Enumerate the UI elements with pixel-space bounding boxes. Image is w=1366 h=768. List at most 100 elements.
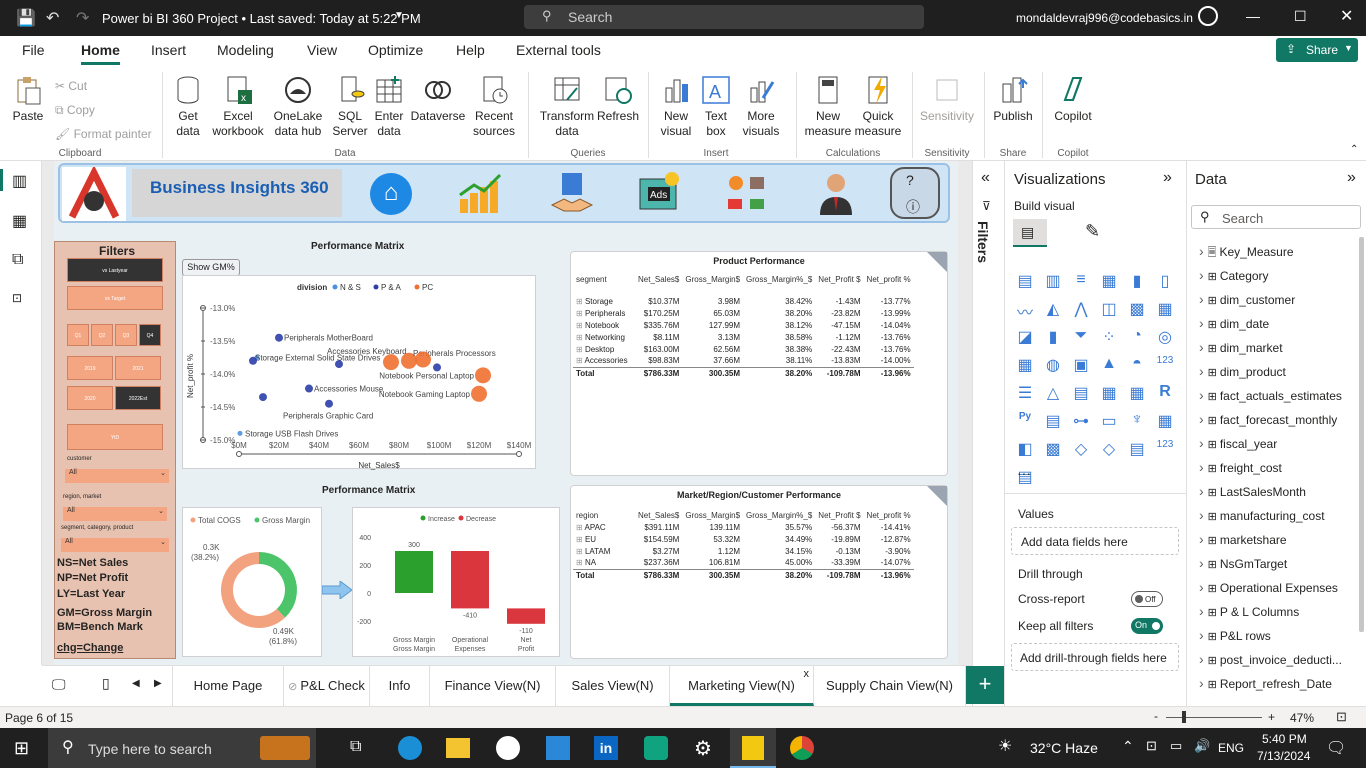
weather-text[interactable]: 32°C Haze xyxy=(1030,740,1098,756)
chatgpt-icon[interactable] xyxy=(644,736,668,760)
search-box[interactable]: ⚲ Search xyxy=(524,5,924,29)
column-header[interactable]: Net_profit % xyxy=(864,510,914,521)
tab-pl-check[interactable]: ⊘ P&L Check xyxy=(284,666,370,706)
transform-data-button[interactable]: Transform data xyxy=(538,74,596,139)
data-table-item[interactable]: › ⊞ NsGmTarget xyxy=(1199,551,1363,575)
visual-type-icon[interactable]: ▦ xyxy=(1099,383,1119,403)
expand-icon[interactable]: ⊞ xyxy=(576,309,585,318)
menu-home[interactable]: Home xyxy=(81,42,120,65)
close-icon[interactable]: ✕ xyxy=(1340,6,1353,26)
quick-measure-button[interactable]: Quick measure xyxy=(854,74,902,139)
vs-lastyear-button[interactable]: vs Lastyear xyxy=(67,258,163,282)
visual-type-icon[interactable]: ◓ xyxy=(1127,355,1147,375)
tab-marketing-view[interactable]: Marketing View(N) x xyxy=(670,666,814,706)
visual-type-icon[interactable]: ◫ xyxy=(1099,299,1119,319)
visual-type-icon[interactable]: △ xyxy=(1043,383,1063,403)
data-table-item[interactable]: › ⊞ dim_customer xyxy=(1199,287,1363,311)
segment-dropdown[interactable]: All ⌄ xyxy=(61,538,169,552)
visual-type-icon[interactable]: ▦ xyxy=(1155,411,1175,431)
share-button[interactable]: ⇪ Share ▼ xyxy=(1276,38,1358,62)
sensitivity-button[interactable]: Sensitivity xyxy=(918,74,976,124)
language-indicator[interactable]: ENG xyxy=(1218,741,1244,755)
publish-button[interactable]: Publish xyxy=(990,74,1036,124)
data-pane-scrollbar[interactable] xyxy=(1359,237,1364,632)
data-table-item[interactable]: › ⊞ marketshare xyxy=(1199,527,1363,551)
visual-type-icon[interactable]: ◇ xyxy=(1071,439,1091,459)
expand-icon[interactable]: ⊞ xyxy=(576,333,585,342)
data-table-item[interactable]: › ⊞ dim_market xyxy=(1199,335,1363,359)
quarter-q2[interactable]: Q2 xyxy=(91,324,113,346)
tab-home-page[interactable]: Home Page xyxy=(172,666,284,706)
settings-icon[interactable]: ⚙ xyxy=(694,736,712,761)
data-table-item[interactable]: › ⊞ post_invoice_deducti... xyxy=(1199,647,1363,671)
visual-type-icon[interactable]: 〰 xyxy=(1015,299,1035,322)
onelake-button[interactable]: OneLake data hub xyxy=(268,74,328,139)
visual-type-icon[interactable]: ▲ xyxy=(1099,355,1119,375)
network-icon[interactable]: ⊡ xyxy=(1146,738,1157,754)
file-explorer-icon[interactable] xyxy=(446,738,470,758)
menu-optimize[interactable]: Optimize xyxy=(368,42,423,58)
sql-server-button[interactable]: SQL Server xyxy=(330,74,370,139)
edge-icon[interactable] xyxy=(398,736,422,760)
data-table-item[interactable]: › ⊞ fiscal_year xyxy=(1199,431,1363,455)
visual-type-icon[interactable]: ▤ xyxy=(1071,383,1091,403)
format-painter-button[interactable]: 🖌 Format painter xyxy=(55,122,152,146)
visual-type-icon[interactable]: ♆ xyxy=(1127,411,1147,431)
avatar[interactable] xyxy=(1198,6,1218,26)
visual-type-icon[interactable]: ⏷ xyxy=(1071,327,1091,347)
quarter-q3[interactable]: Q3 xyxy=(115,324,137,346)
data-table-item[interactable]: › ⊞ Report_refresh_Date xyxy=(1199,671,1363,695)
data-table-item[interactable]: › ⊞ manufacturing_cost xyxy=(1199,503,1363,527)
chevron-up-icon[interactable]: ⌃ xyxy=(1122,738,1134,755)
data-table-item[interactable]: › ⊞ freight_cost xyxy=(1199,455,1363,479)
model-view-icon[interactable]: ⧉ xyxy=(12,251,23,269)
ads-icon[interactable]: Ads xyxy=(636,171,682,218)
taskbar-search[interactable]: ⚲ Type here to search xyxy=(48,728,316,768)
visual-type-icon[interactable]: ▩ xyxy=(1127,299,1147,319)
table-row[interactable]: ⊞ NA $237.36M 106.81M 45.00% -33.39M -14.07% xyxy=(573,557,914,569)
format-visual-icon[interactable]: ✎ xyxy=(1085,221,1100,242)
menu-modeling[interactable]: Modeling xyxy=(217,42,274,58)
cut-button[interactable]: ✂ Cut xyxy=(55,74,152,98)
table-view-icon[interactable]: ▦ xyxy=(12,211,27,231)
visual-type-icon[interactable]: ▩ xyxy=(1043,439,1063,459)
column-header[interactable]: Gross_Margin$ xyxy=(682,510,743,521)
visual-type-icon[interactable]: ▦ xyxy=(1099,271,1119,291)
year-2020[interactable]: 2020 xyxy=(67,386,113,410)
add-page-button[interactable]: + xyxy=(966,666,1004,704)
visual-type-icon[interactable]: ◧ xyxy=(1015,439,1035,459)
quarter-q4[interactable]: Q4 xyxy=(139,324,161,346)
menu-file[interactable]: File xyxy=(22,42,45,58)
enter-data-button[interactable]: Enter data xyxy=(370,74,408,139)
expand-icon[interactable]: ⊞ xyxy=(576,321,585,330)
help-icon[interactable]: ? xyxy=(906,172,914,188)
visual-type-icon[interactable]: ◎ xyxy=(1155,327,1175,347)
data-table-item[interactable]: › 🗏 Key_Measure xyxy=(1199,239,1363,263)
more-visuals-button[interactable]: More visuals xyxy=(736,74,786,139)
column-header[interactable]: Net_Profit $ xyxy=(815,510,863,521)
expand-icon[interactable]: ⊞ xyxy=(576,547,585,556)
chrome-icon[interactable] xyxy=(790,736,814,760)
report-view-icon[interactable]: ▥ xyxy=(12,171,27,191)
table-row[interactable]: ⊞ Storage $10.37M 3.98M 38.42% -1.43M -13.77% xyxy=(573,295,914,307)
menu-view[interactable]: View xyxy=(307,42,337,58)
redo-icon[interactable]: ↷ xyxy=(76,8,89,28)
dataverse-button[interactable]: Dataverse xyxy=(410,74,466,124)
year-2022est[interactable]: 2022Est xyxy=(115,386,161,410)
visual-type-icon[interactable]: ⋀ xyxy=(1071,299,1091,319)
excel-workbook-button[interactable]: x Excel workbook xyxy=(210,74,266,139)
visual-type-icon[interactable]: ☰ xyxy=(1015,383,1035,403)
data-table-item[interactable]: › ⊞ fact_forecast_monthly xyxy=(1199,407,1363,431)
collapse-icon[interactable]: » xyxy=(1347,169,1356,187)
visual-type-icon[interactable]: ≡ xyxy=(1071,271,1091,291)
visual-type-icon[interactable]: ◪ xyxy=(1015,327,1035,347)
copy-button[interactable]: ⧉ Copy xyxy=(55,98,152,122)
clock-date[interactable]: 7/13/2024 xyxy=(1257,749,1310,763)
zoom-out-icon[interactable]: - xyxy=(1154,709,1158,723)
visual-type-icon[interactable]: ◍ xyxy=(1043,355,1063,375)
store-icon[interactable] xyxy=(546,736,570,760)
visual-type-icon[interactable]: ▦ xyxy=(1015,355,1035,375)
visual-type-icon[interactable]: ▤ xyxy=(1043,411,1063,431)
column-header[interactable]: Gross_Margin%_$ xyxy=(743,510,815,521)
zoom-in-icon[interactable]: + xyxy=(1268,710,1275,724)
